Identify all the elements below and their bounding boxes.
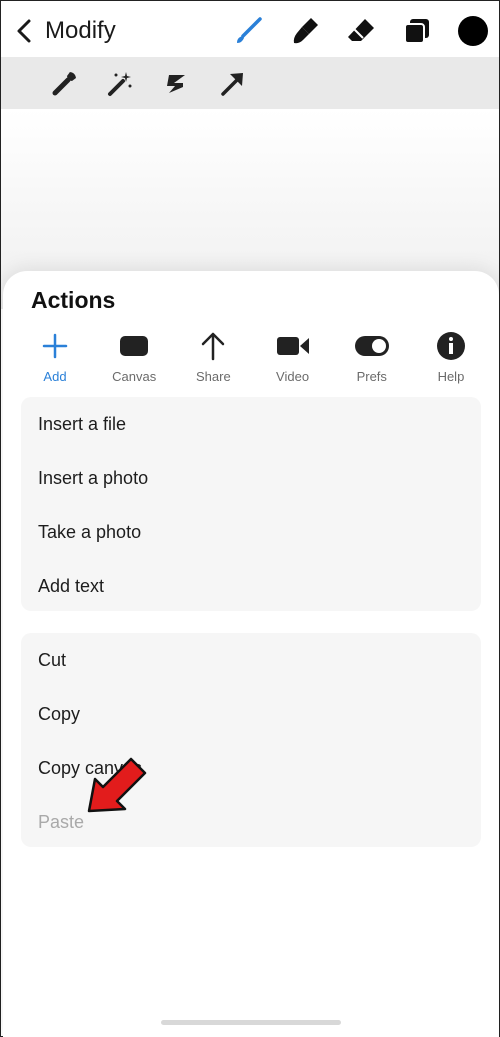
actions-tabs: Add Canvas Share Video Prefs Help — [19, 327, 487, 384]
tab-prefs-label: Prefs — [356, 369, 387, 384]
transform-button[interactable] — [215, 67, 249, 101]
smudge-icon — [293, 18, 318, 44]
home-indicator[interactable] — [161, 1020, 341, 1025]
layers-button[interactable] — [401, 15, 433, 47]
canvas-icon — [120, 336, 149, 356]
color-button[interactable] — [457, 15, 489, 47]
panel-title: Actions — [31, 287, 116, 313]
tab-canvas[interactable]: Canvas — [98, 327, 170, 384]
tab-help-label: Help — [437, 369, 465, 384]
copy-item[interactable]: Copy — [21, 687, 481, 741]
tab-video-label: Video — [276, 369, 310, 384]
share-icon — [202, 332, 225, 361]
insert-photo-item[interactable]: Insert a photo — [21, 451, 481, 505]
tab-add[interactable]: Add — [19, 327, 91, 384]
take-photo-item[interactable]: Take a photo — [21, 505, 481, 559]
magic-wand-button[interactable] — [103, 67, 137, 101]
plus-icon — [42, 333, 68, 359]
selection-button[interactable] — [159, 67, 193, 101]
info-icon — [436, 332, 465, 360]
top-toolbar: Modify — [1, 1, 499, 57]
brush-icon — [237, 17, 262, 43]
add-group: Insert a file Insert a photo Take a phot… — [21, 397, 481, 611]
selection-icon — [167, 75, 185, 93]
smudge-button[interactable] — [289, 15, 321, 47]
transform-arrow-icon — [221, 73, 243, 96]
back-button[interactable]: Modify — [13, 17, 116, 45]
actions-panel: Actions Add Canvas Share Video Prefs Hel… — [3, 271, 499, 1037]
tab-add-label: Add — [43, 369, 67, 384]
color-icon — [458, 16, 488, 46]
tab-share-label: Share — [196, 369, 231, 384]
tab-canvas-label: Canvas — [112, 369, 157, 384]
red-arrow-icon — [87, 757, 147, 813]
eraser-button[interactable] — [345, 15, 377, 47]
tab-prefs[interactable]: Prefs — [336, 327, 408, 384]
eraser-icon — [348, 19, 374, 41]
tab-help[interactable]: Help — [415, 327, 487, 384]
adjustments-button[interactable] — [47, 67, 81, 101]
video-icon — [276, 337, 309, 355]
tab-video[interactable]: Video — [257, 327, 329, 384]
layers-icon — [404, 19, 429, 44]
brush-button[interactable] — [233, 15, 265, 47]
chevron-left-icon — [17, 19, 31, 43]
toggle-icon — [354, 336, 389, 356]
magic-wand-icon — [108, 72, 132, 96]
add-text-item[interactable]: Add text — [21, 559, 481, 613]
insert-file-item[interactable]: Insert a file — [21, 397, 481, 451]
tab-share[interactable]: Share — [177, 327, 249, 384]
secondary-toolbar — [1, 57, 499, 109]
wrench-icon — [52, 72, 76, 96]
back-label: Modify — [45, 17, 116, 44]
cut-item[interactable]: Cut — [21, 633, 481, 687]
